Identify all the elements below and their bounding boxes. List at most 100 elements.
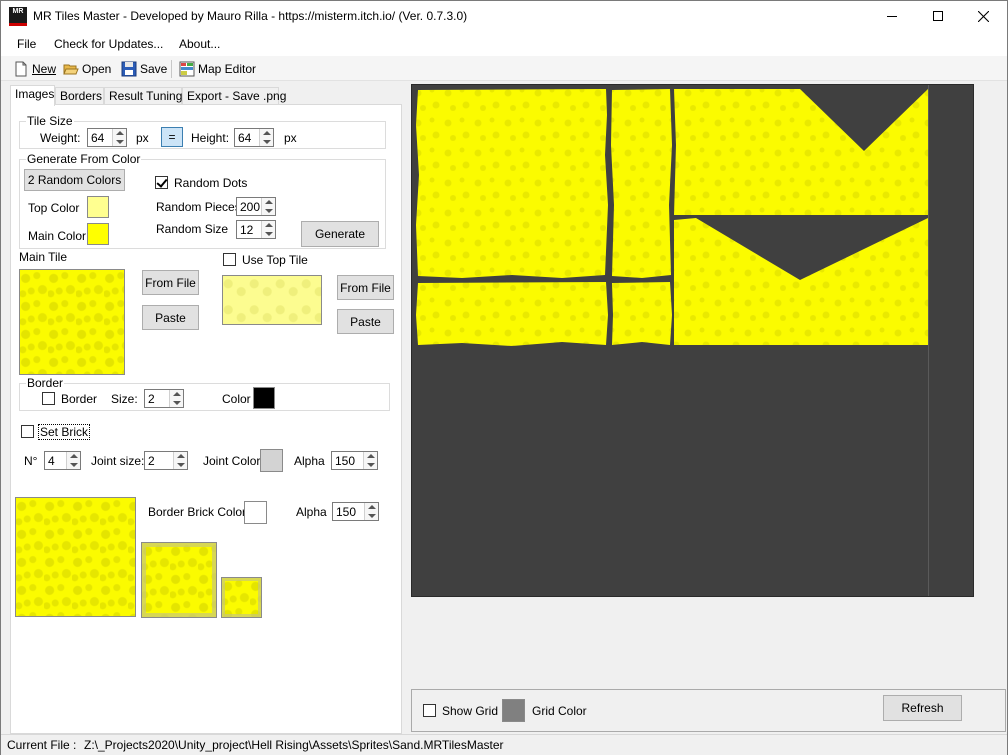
arrow-up-icon xyxy=(265,200,273,204)
menu-bar: File Check for Updates... About... xyxy=(1,32,1007,56)
random-dots-checkbox[interactable] xyxy=(155,176,168,189)
refresh-button[interactable]: Refresh xyxy=(883,695,962,721)
joint-size-value: 2 xyxy=(148,454,155,468)
weight-value: 64 xyxy=(91,131,105,145)
tab-export-save[interactable]: Export - Save .png xyxy=(182,87,286,105)
border-group: Border Border Size: 2 Color xyxy=(19,376,390,411)
arrow-up-icon xyxy=(367,454,375,458)
weight-spinner-arrows[interactable] xyxy=(112,129,126,146)
joint-alpha-spinner[interactable]: 150 xyxy=(331,451,378,470)
border-label: Border xyxy=(61,392,98,406)
menu-about[interactable]: About... xyxy=(179,37,220,51)
border-brick-alpha-spinner[interactable]: 150 xyxy=(332,502,379,521)
random-size-value: 12 xyxy=(240,223,254,237)
height-spinner[interactable]: 64 xyxy=(234,128,274,147)
main-color-swatch[interactable] xyxy=(87,223,109,245)
border-color-swatch[interactable] xyxy=(253,387,275,409)
menu-file[interactable]: File xyxy=(17,37,36,51)
random-pieces-spinner[interactable]: 200 xyxy=(236,197,276,216)
window-title: MR Tiles Master - Developed by Mauro Ril… xyxy=(33,9,468,23)
arrow-down-icon xyxy=(70,463,78,467)
open-button[interactable]: Open xyxy=(63,60,111,78)
new-button[interactable]: New xyxy=(13,60,56,78)
main-tile-paste-button[interactable]: Paste xyxy=(142,305,199,330)
close-button[interactable] xyxy=(961,1,1007,32)
border-size-spinner[interactable]: 2 xyxy=(144,389,184,408)
close-icon xyxy=(978,11,989,22)
top-color-swatch[interactable] xyxy=(87,196,109,218)
open-label: Open xyxy=(82,62,112,76)
top-color-label: Top Color xyxy=(28,201,80,215)
current-file-path: Z:\_Projects2020\Unity_project\Hell Risi… xyxy=(84,738,504,752)
height-spinner-arrows[interactable] xyxy=(259,129,273,146)
tab-result-tuning[interactable]: Result Tuning xyxy=(104,87,182,105)
joint-size-arrows[interactable] xyxy=(173,452,187,469)
border-brick-alpha-arrows[interactable] xyxy=(364,503,378,520)
border-color-label: Color xyxy=(222,392,251,406)
set-brick-label: Set Brick xyxy=(38,424,91,440)
images-tab-panel: Tile Size Weight: 64 px = Height: 64 px … xyxy=(10,104,402,734)
top-tile-from-file-button[interactable]: From File xyxy=(337,275,394,300)
use-top-tile-checkbox[interactable] xyxy=(223,253,236,266)
show-grid-label: Show Grid xyxy=(442,704,499,718)
random-pieces-arrows[interactable] xyxy=(261,198,275,215)
joint-size-spinner[interactable]: 2 xyxy=(144,451,188,470)
random-size-spinner[interactable]: 12 xyxy=(236,220,276,239)
set-brick-checkbox[interactable] xyxy=(21,425,34,438)
border-size-value: 2 xyxy=(148,392,155,406)
brick-preview-large xyxy=(15,497,136,617)
border-checkbox[interactable] xyxy=(42,392,55,405)
toolbar: New Open Save Map Editor xyxy=(1,56,1007,81)
joint-color-label: Joint Color xyxy=(203,454,261,468)
grid-color-swatch[interactable] xyxy=(502,699,525,722)
border-brick-alpha-value: 150 xyxy=(336,505,357,519)
tab-images[interactable]: Images xyxy=(10,85,55,106)
generate-button[interactable]: Generate xyxy=(301,221,379,247)
grid-color-label: Grid Color xyxy=(532,704,587,718)
brick-count-value: 4 xyxy=(48,454,55,468)
minimize-icon xyxy=(887,16,897,17)
arrow-down-icon xyxy=(265,232,273,236)
arrow-up-icon xyxy=(263,131,271,135)
tab-borders[interactable]: Borders xyxy=(55,87,104,105)
equal-size-button[interactable]: = xyxy=(161,127,183,147)
main-tile-from-file-button[interactable]: From File xyxy=(142,270,199,295)
app-window: MR MR Tiles Master - Developed by Mauro … xyxy=(0,0,1008,755)
minimize-button[interactable] xyxy=(869,1,915,32)
top-tile-preview[interactable] xyxy=(222,275,322,325)
random-dots-label: Random Dots xyxy=(174,176,248,190)
tileset-preview-canvas[interactable] xyxy=(411,84,974,597)
random-colors-button[interactable]: 2 Random Colors xyxy=(24,169,125,191)
border-size-arrows[interactable] xyxy=(169,390,183,407)
main-tile-preview[interactable] xyxy=(19,269,125,375)
border-brick-color-swatch[interactable] xyxy=(244,501,267,524)
save-label: Save xyxy=(140,62,168,76)
joint-alpha-arrows[interactable] xyxy=(363,452,377,469)
arrow-down-icon xyxy=(177,463,185,467)
save-button[interactable]: Save xyxy=(121,60,167,78)
maximize-button[interactable] xyxy=(915,1,961,32)
weight-px-label: px xyxy=(136,131,149,145)
map-editor-icon xyxy=(179,61,195,77)
random-size-arrows[interactable] xyxy=(261,221,275,238)
status-bar: Current File : Z:\_Projects2020\Unity_pr… xyxy=(1,734,1007,755)
weight-spinner[interactable]: 64 xyxy=(87,128,127,147)
joint-size-label: Joint size: xyxy=(91,454,145,468)
grid-options-panel: Show Grid Grid Color Refresh xyxy=(411,689,1006,732)
weight-label: Weight: xyxy=(40,131,81,145)
app-logo-text: MR xyxy=(12,8,24,15)
height-value: 64 xyxy=(238,131,252,145)
menu-check-updates[interactable]: Check for Updates... xyxy=(54,37,163,51)
new-file-icon xyxy=(13,61,29,77)
show-grid-checkbox[interactable] xyxy=(423,704,436,717)
use-top-tile-label: Use Top Tile xyxy=(242,253,308,267)
random-pieces-value: 200 xyxy=(240,200,261,214)
map-editor-button[interactable]: Map Editor xyxy=(179,60,256,78)
random-pieces-label: Random Pieces xyxy=(156,200,241,214)
brick-count-spinner[interactable]: 4 xyxy=(44,451,81,470)
top-tile-paste-button[interactable]: Paste xyxy=(337,309,394,334)
joint-color-swatch[interactable] xyxy=(260,449,283,472)
brick-count-arrows[interactable] xyxy=(66,452,80,469)
current-file-label: Current File : xyxy=(7,738,77,752)
app-logo-icon: MR xyxy=(9,7,27,26)
